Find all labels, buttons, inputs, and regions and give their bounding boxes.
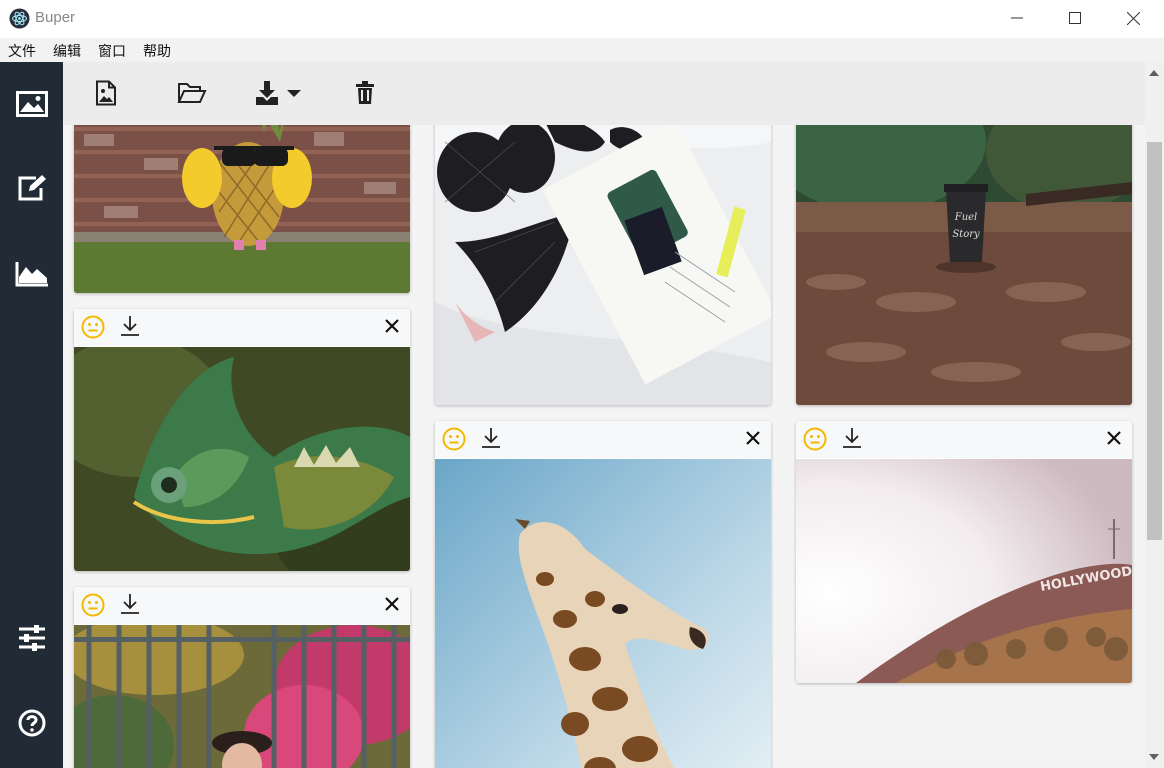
download-dropdown-icon — [256, 81, 301, 105]
minimize-button[interactable] — [988, 0, 1046, 36]
neutral-face-icon[interactable] — [803, 427, 827, 451]
neutral-face-icon[interactable] — [81, 315, 105, 339]
open-folder-icon — [177, 83, 207, 103]
sliders-icon — [19, 625, 45, 651]
add-image-button[interactable] — [92, 76, 120, 110]
delete-button[interactable] — [353, 76, 377, 110]
cup-text: Fuel — [954, 212, 978, 223]
title-bar: Buper — [0, 0, 1164, 38]
hollywood-sign-photo: HOLLYWOOD — [796, 459, 1132, 683]
open-folder-button[interactable] — [176, 76, 208, 110]
menu-edit[interactable]: 编辑 — [53, 41, 81, 61]
download-icon[interactable] — [120, 593, 140, 615]
close-icon — [1126, 11, 1140, 25]
card-action-bar — [435, 421, 771, 458]
remove-icon[interactable] — [384, 318, 400, 334]
menu-help[interactable]: 帮助 — [143, 41, 171, 61]
edit-icon — [18, 175, 46, 201]
photo-card-flatlay[interactable] — [435, 102, 771, 405]
download-dropdown-button[interactable] — [253, 76, 303, 110]
add-image-icon — [96, 80, 116, 106]
scroll-thumb[interactable] — [1147, 142, 1162, 540]
scroll-up-arrow[interactable] — [1149, 70, 1159, 76]
area-chart-icon — [15, 262, 48, 287]
photo-card-hollywood[interactable]: HOLLYWOOD — [796, 421, 1132, 683]
minimize-icon — [1011, 17, 1023, 19]
card-action-bar — [74, 587, 410, 624]
photo-card-coffee[interactable]: Fuel Story — [796, 102, 1132, 405]
sidebar-item-gallery[interactable] — [12, 84, 52, 124]
trash-icon — [356, 81, 374, 104]
sidebar-item-help[interactable] — [12, 703, 52, 743]
photo-card-chameleon[interactable] — [74, 309, 410, 571]
menu-bar: 文件 编辑 窗口 帮助 — [0, 38, 1164, 62]
app-logo-icon — [9, 8, 30, 29]
download-icon[interactable] — [481, 427, 501, 449]
girl-flowers-photo — [74, 625, 410, 768]
maximize-icon — [1069, 12, 1081, 24]
remove-icon[interactable] — [1106, 430, 1122, 446]
close-window-button[interactable] — [1104, 0, 1162, 36]
sidebar-item-settings[interactable] — [12, 618, 52, 658]
sidebar-item-edit[interactable] — [12, 168, 52, 208]
photo-card-girl[interactable] — [74, 587, 410, 768]
sidebar-item-stats[interactable] — [12, 254, 52, 294]
card-action-bar — [796, 421, 1132, 458]
neutral-face-icon[interactable] — [442, 427, 466, 451]
bikini-flatlay-photo — [435, 102, 771, 405]
window-title: Buper — [35, 9, 76, 26]
remove-icon[interactable] — [384, 596, 400, 612]
giraffe-photo — [435, 459, 771, 768]
card-action-bar — [74, 309, 410, 346]
gallery-area: Fuel Story HOLLYWOOD — [63, 62, 1145, 768]
vertical-scrollbar[interactable] — [1145, 62, 1164, 768]
neutral-face-icon[interactable] — [81, 593, 105, 617]
chameleon-photo — [74, 347, 410, 571]
maximize-button[interactable] — [1046, 0, 1104, 36]
toolbar — [63, 62, 1145, 125]
pineapple-photo — [74, 102, 410, 293]
coffee-cup-photo: Fuel Story — [796, 102, 1132, 405]
scroll-down-arrow[interactable] — [1149, 754, 1159, 760]
photo-card-giraffe[interactable] — [435, 421, 771, 768]
help-icon — [18, 709, 46, 737]
menu-file[interactable]: 文件 — [8, 41, 36, 61]
remove-icon[interactable] — [745, 430, 761, 446]
svg-text:Story: Story — [952, 229, 980, 240]
image-gallery-icon — [16, 91, 48, 117]
menu-window[interactable]: 窗口 — [98, 41, 126, 61]
photo-card-pineapple[interactable] — [74, 102, 410, 293]
sidebar — [0, 62, 63, 768]
download-icon[interactable] — [842, 427, 862, 449]
download-icon[interactable] — [120, 315, 140, 337]
